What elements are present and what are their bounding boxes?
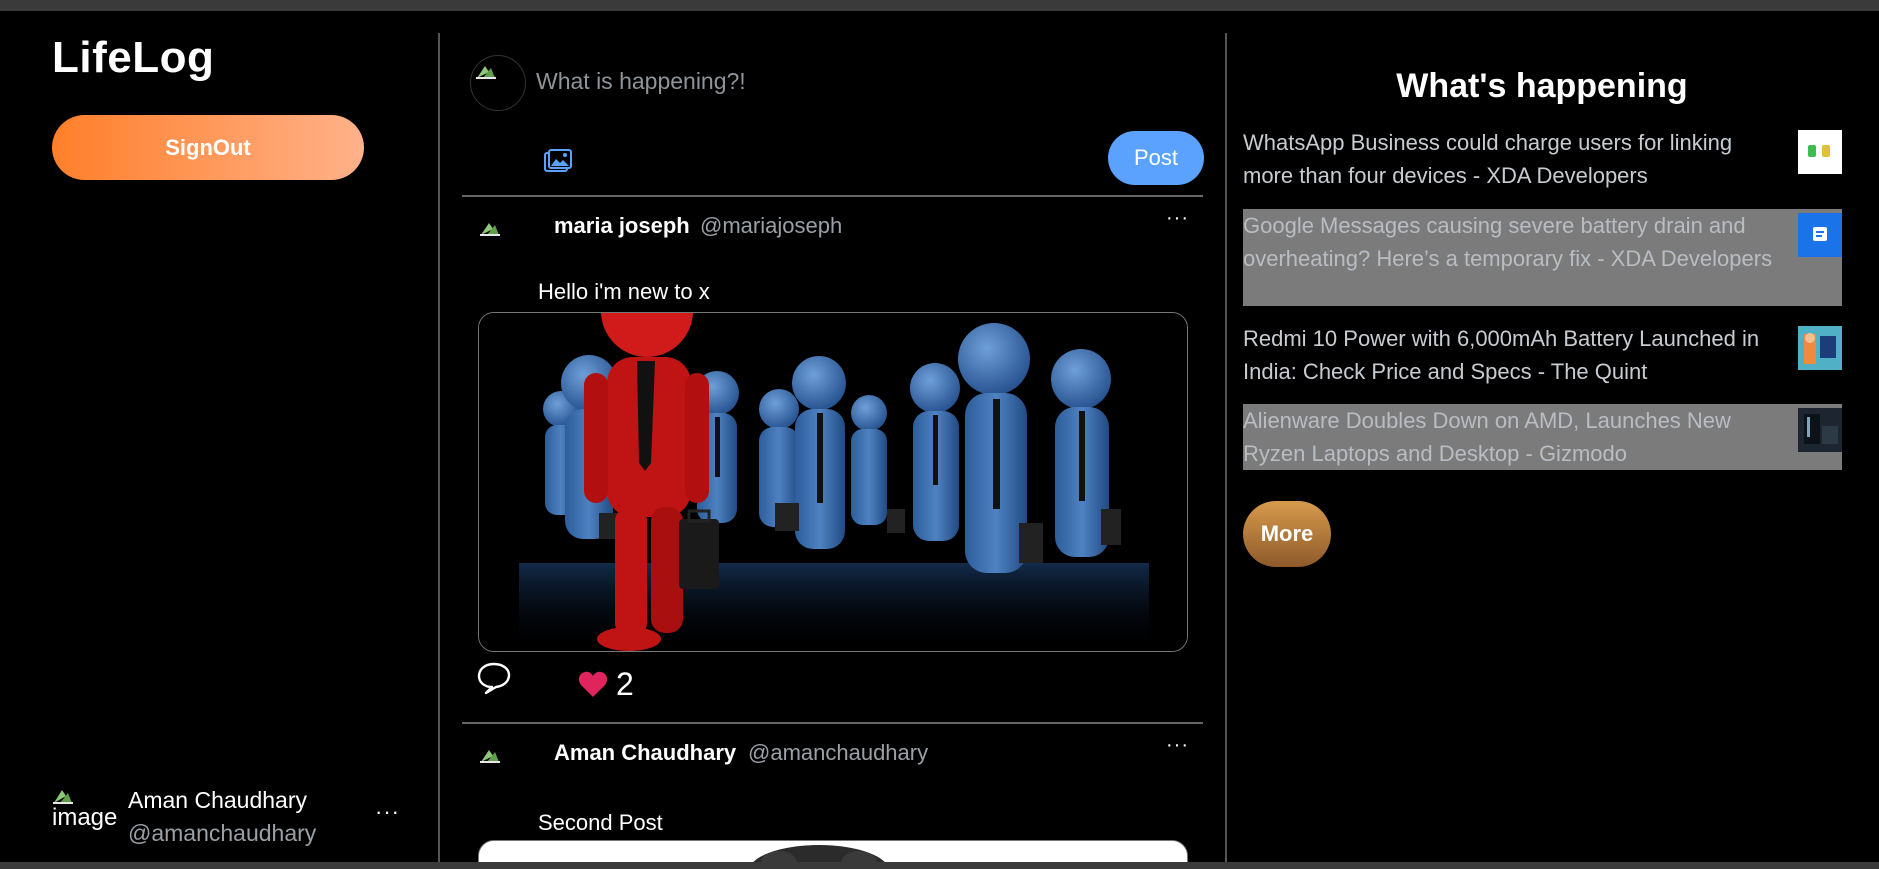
news-item[interactable]: Alienware Doubles Down on AMD, Launches …: [1243, 404, 1842, 470]
news-thumbnail: [1798, 408, 1842, 452]
news-item[interactable]: Google Messages causing severe battery d…: [1243, 209, 1842, 306]
user-name: Aman Chaudhary: [128, 787, 307, 813]
post-image[interactable]: [478, 840, 1188, 862]
composer-input[interactable]: [536, 63, 1096, 99]
news-item[interactable]: Redmi 10 Power with 6,000mAh Battery Lau…: [1243, 322, 1842, 388]
current-user-card[interactable]: image Aman Chaudhary @amanchaudhary ···: [52, 777, 412, 847]
trends-title: What's happening: [1396, 67, 1688, 105]
image-icon[interactable]: [544, 149, 572, 175]
post-avatar-icon[interactable]: [479, 744, 505, 770]
browser-top-bar: [0, 0, 1879, 11]
news-headline[interactable]: Redmi 10 Power with 6,000mAh Battery Lau…: [1243, 322, 1783, 388]
post-divider: [462, 722, 1203, 724]
post-composer: Post: [462, 33, 1204, 195]
feed-post[interactable]: Aman Chaudhary @amanchaudhary ··· Second…: [462, 726, 1204, 862]
post-author[interactable]: Aman Chaudhary: [554, 740, 736, 766]
signout-button[interactable]: SignOut: [52, 115, 364, 180]
more-button[interactable]: More: [1243, 501, 1331, 567]
trends-panel: What's happening WhatsApp Business could…: [1227, 33, 1879, 862]
news-thumbnail: [1798, 213, 1842, 257]
post-text: Second Post: [538, 810, 663, 835]
app-logo[interactable]: LifeLog: [52, 33, 214, 83]
feed-post[interactable]: maria joseph @mariajoseph ··· Hello i'm …: [462, 199, 1204, 723]
broken-image-icon: [53, 790, 73, 804]
news-headline[interactable]: WhatsApp Business could charge users for…: [1243, 126, 1783, 192]
composer-avatar: [470, 55, 526, 111]
left-sidebar: LifeLog SignOut image Aman Chaudhary @am…: [0, 11, 439, 862]
news-thumbnail: [1798, 130, 1842, 174]
broken-image-icon: [476, 66, 496, 79]
post-avatar-icon[interactable]: [479, 217, 505, 243]
news-item[interactable]: WhatsApp Business could charge users for…: [1243, 126, 1842, 192]
post-button[interactable]: Post: [1108, 131, 1204, 185]
news-headline[interactable]: Google Messages causing severe battery d…: [1243, 209, 1783, 275]
post-image[interactable]: [478, 312, 1188, 652]
news-thumbnail: [1798, 326, 1842, 370]
post-author[interactable]: maria joseph: [554, 213, 690, 239]
browser-bottom-bar: [0, 862, 1879, 869]
figures-crowd-illustration: [479, 313, 1187, 651]
like-button[interactable]: 2: [578, 665, 634, 702]
user-handle: @amanchaudhary: [128, 820, 317, 846]
heart-icon: [578, 671, 608, 697]
news-headline[interactable]: Alienware Doubles Down on AMD, Launches …: [1243, 404, 1783, 470]
post-text: Hello i'm new to x: [538, 279, 710, 304]
avatar-alt-text: image: [52, 804, 118, 831]
post-handle[interactable]: @amanchaudhary: [748, 740, 928, 766]
comment-icon[interactable]: [476, 661, 512, 695]
composer-divider: [462, 195, 1203, 197]
post-menu-button[interactable]: ···: [1166, 207, 1189, 230]
left-divider: [438, 33, 440, 862]
post-handle[interactable]: @mariajoseph: [700, 213, 842, 239]
portrait-photo: [479, 841, 1187, 862]
user-menu-button[interactable]: ···: [375, 799, 400, 825]
post-menu-button[interactable]: ···: [1166, 734, 1189, 757]
user-avatar: image: [52, 787, 120, 843]
like-count: 2: [616, 665, 634, 702]
